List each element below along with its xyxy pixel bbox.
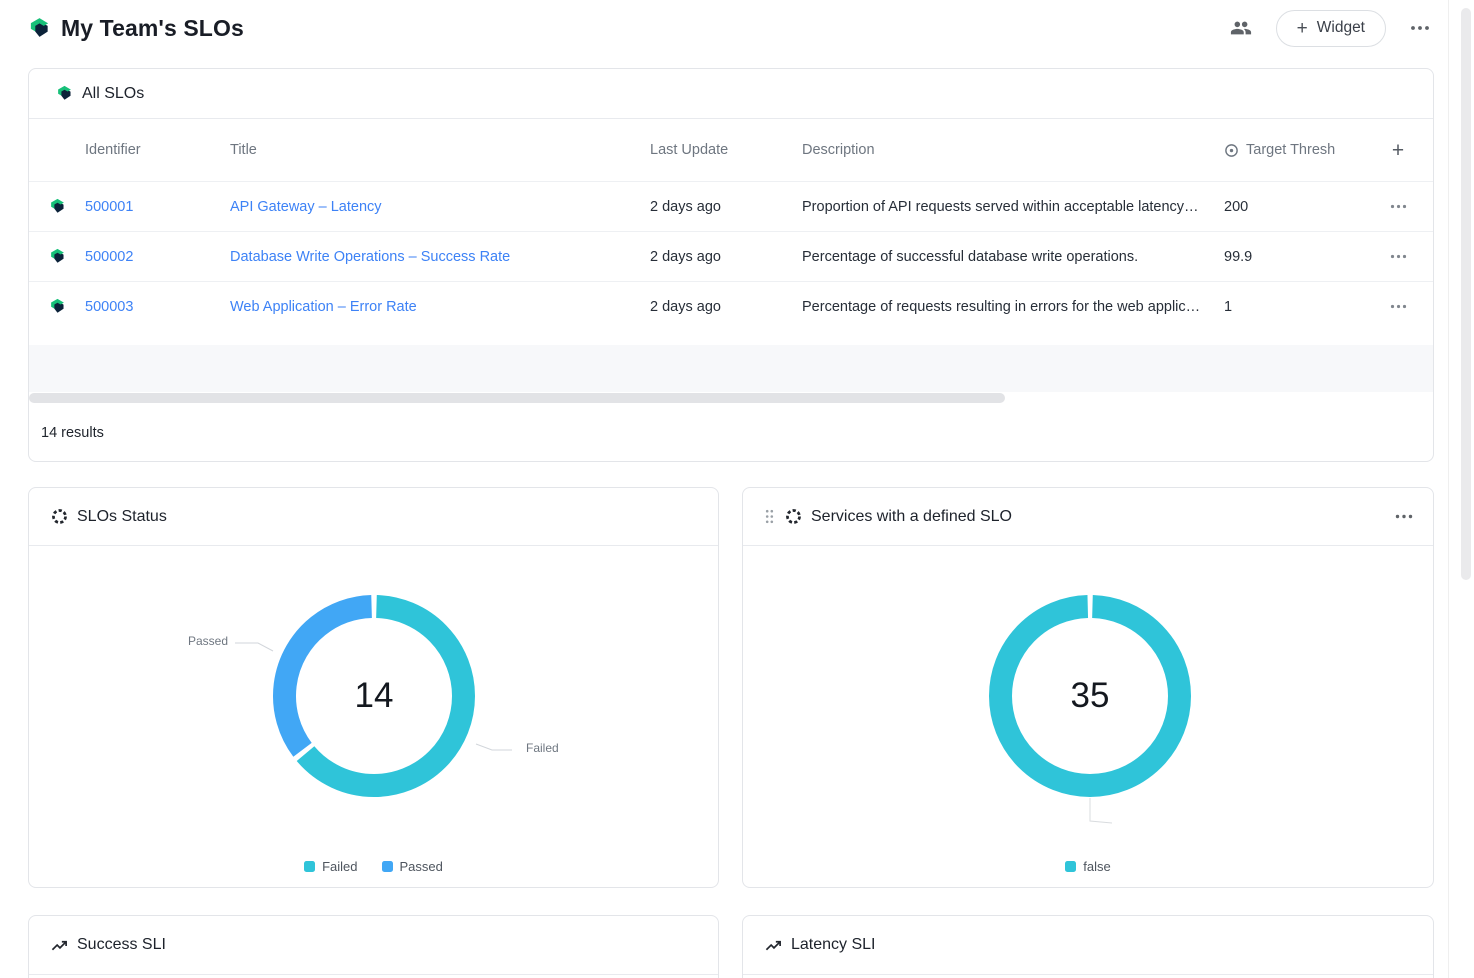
widget-title: SLOs Status [77, 508, 167, 526]
legend-item[interactable]: Passed [382, 859, 443, 874]
vertical-scrollbar-thumb[interactable] [1461, 8, 1471, 580]
legend-label: Failed [322, 859, 357, 874]
legend-item[interactable]: Failed [304, 859, 357, 874]
last-update-text: 2 days ago [650, 249, 802, 265]
column-header-identifier: Identifier [85, 142, 230, 158]
more-horizontal-icon [1390, 254, 1407, 259]
table-empty-strip [29, 331, 1433, 345]
row-more-button[interactable] [1384, 248, 1413, 265]
vertical-scrollbar [1448, 0, 1474, 978]
donut-chart-icon [51, 508, 68, 525]
legend-item[interactable]: false [1065, 859, 1110, 874]
plus-icon: + [1297, 19, 1308, 38]
widget-title: Latency SLI [791, 936, 876, 954]
table-header-row: Identifier Title Last Update Description… [29, 119, 1433, 181]
horizontal-scrollbar [29, 392, 1433, 404]
services-with-slo-widget: Services with a defined SLO 35 false [742, 487, 1434, 888]
drag-handle[interactable] [765, 509, 774, 524]
horizontal-scrollbar-thumb[interactable] [29, 393, 1005, 403]
target-icon [1224, 143, 1239, 158]
chart-legend: false [744, 859, 1432, 874]
legend-label: Passed [400, 859, 443, 874]
callout-label-failed: Failed [526, 741, 559, 755]
widget-more-button[interactable] [1391, 510, 1417, 523]
description-text: Percentage of successful database write … [802, 249, 1217, 265]
chart-legend: Failed Passed [30, 859, 717, 874]
legend-swatch [1065, 861, 1076, 872]
column-header-title: Title [230, 142, 650, 158]
table-row: 500002 Database Write Operations – Succe… [29, 231, 1433, 281]
page-header: My Team's SLOs + Widget [28, 0, 1434, 56]
shared-users-button[interactable] [1226, 13, 1256, 43]
last-update-text: 2 days ago [650, 299, 802, 315]
callout-label-passed: Passed [188, 634, 228, 648]
description-text: Percentage of requests resulting in erro… [802, 299, 1217, 315]
people-icon [1230, 17, 1252, 39]
more-horizontal-icon [1410, 25, 1430, 31]
all-slos-table-widget: All SLOs Identifier Title Last Update De… [28, 68, 1434, 462]
widget-title: Success SLI [77, 936, 166, 954]
latency-sli-widget: Latency SLI [742, 915, 1434, 978]
title-link[interactable]: API Gateway – Latency [230, 199, 382, 215]
more-horizontal-icon [1395, 514, 1413, 519]
add-widget-button[interactable]: + Widget [1276, 10, 1386, 47]
column-header-target-thresh: Target Thresh [1246, 142, 1335, 158]
table-row: 500003 Web Application – Error Rate 2 da… [29, 281, 1433, 331]
column-header-last-update: Last Update [650, 142, 802, 158]
donut-chart-icon [785, 508, 802, 525]
port-entity-icon [56, 85, 73, 102]
target-thresh-value: 99.9 [1217, 249, 1363, 265]
widget-title: All SLOs [82, 85, 144, 103]
row-entity-icon [29, 198, 85, 215]
page-title: My Team's SLOs [61, 15, 244, 42]
trending-up-icon [51, 937, 68, 954]
results-count: 14 results [41, 425, 104, 441]
table-row: 500001 API Gateway – Latency 2 days ago … [29, 181, 1433, 231]
trending-up-icon [765, 937, 782, 954]
target-thresh-value: 200 [1217, 199, 1363, 215]
legend-swatch [382, 861, 393, 872]
identifier-link[interactable]: 500003 [85, 299, 133, 315]
legend-label: false [1083, 859, 1110, 874]
slos-status-widget: SLOs Status 14 Passed Failed Failed Passe… [28, 487, 719, 888]
donut-center-value: 35 [1071, 676, 1110, 716]
last-update-text: 2 days ago [650, 199, 802, 215]
target-thresh-value: 1 [1217, 299, 1363, 315]
table-filler-area [29, 345, 1433, 392]
page-more-button[interactable] [1406, 21, 1434, 35]
port-logo-icon [28, 17, 51, 40]
widget-title: Services with a defined SLO [811, 508, 1012, 526]
column-header-description: Description [802, 142, 1217, 158]
identifier-link[interactable]: 500001 [85, 199, 133, 215]
row-more-button[interactable] [1384, 198, 1413, 215]
row-entity-icon [29, 298, 85, 315]
add-widget-label: Widget [1317, 19, 1365, 37]
donut-center-value: 14 [355, 676, 394, 716]
more-horizontal-icon [1390, 204, 1407, 209]
success-sli-widget: Success SLI [28, 915, 719, 978]
more-horizontal-icon [1390, 304, 1407, 309]
row-more-button[interactable] [1384, 298, 1413, 315]
title-link[interactable]: Web Application – Error Rate [230, 299, 417, 315]
add-column-button[interactable]: + [1392, 140, 1404, 161]
legend-swatch [304, 861, 315, 872]
title-link[interactable]: Database Write Operations – Success Rate [230, 249, 510, 265]
identifier-link[interactable]: 500002 [85, 249, 133, 265]
row-entity-icon [29, 248, 85, 265]
description-text: Proportion of API requests served within… [802, 199, 1217, 215]
